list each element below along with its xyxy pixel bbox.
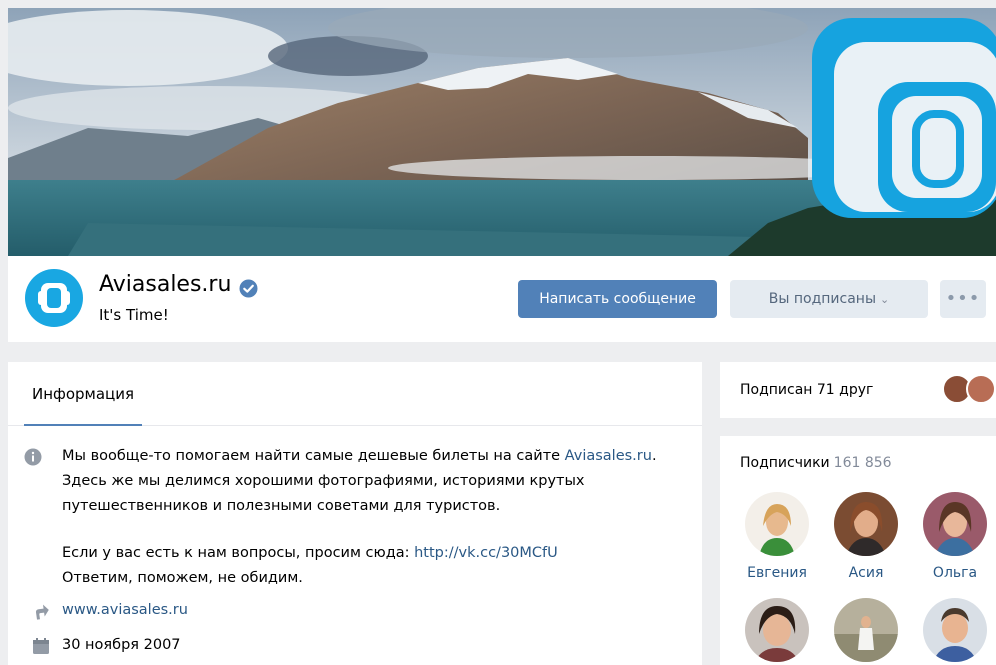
founded-date: 30 ноября 2007 bbox=[62, 637, 181, 653]
more-actions-button[interactable]: ••• bbox=[940, 280, 986, 318]
subscriber-name[interactable]: Ольга bbox=[912, 564, 996, 582]
subscriber-item[interactable]: Ольга bbox=[912, 492, 996, 582]
calendar-icon bbox=[33, 638, 49, 654]
link-arrow-icon bbox=[35, 604, 49, 620]
chevron-down-icon: ⌄ bbox=[880, 293, 890, 306]
description-line: Мы вообще-то помогаем найти самые дешевы… bbox=[62, 448, 657, 464]
avatar[interactable] bbox=[923, 492, 987, 556]
avatar[interactable] bbox=[923, 598, 987, 662]
avatar[interactable] bbox=[745, 598, 809, 662]
verified-icon[interactable] bbox=[239, 279, 258, 298]
tab-information[interactable]: Информация bbox=[24, 362, 143, 426]
group-avatar[interactable] bbox=[25, 269, 83, 327]
aviasales-link[interactable]: Aviasales.ru bbox=[565, 448, 652, 464]
subscriber-item[interactable] bbox=[912, 598, 996, 665]
friends-count-label[interactable]: Подписан 71 друг bbox=[740, 380, 873, 400]
subscribers-title[interactable]: Подписчики 161 856 bbox=[740, 453, 892, 473]
subscriber-item[interactable]: Евгения bbox=[734, 492, 820, 582]
subscriber-name[interactable]: Асия bbox=[823, 564, 909, 582]
avatar[interactable] bbox=[745, 492, 809, 556]
send-message-button[interactable]: Написать сообщение bbox=[518, 280, 717, 318]
subscriber-name[interactable]: Евгения bbox=[734, 564, 820, 582]
avatar[interactable] bbox=[834, 598, 898, 662]
subscribed-dropdown-button[interactable]: Вы подписаны ⌄ bbox=[730, 280, 928, 318]
info-icon bbox=[24, 448, 42, 466]
cover-image bbox=[8, 8, 996, 256]
subscribers-count: 161 856 bbox=[833, 455, 892, 471]
group-header: Aviasales.ru It's Time! Написать сообщен… bbox=[8, 256, 996, 342]
website-link[interactable]: www.aviasales.ru bbox=[62, 598, 188, 623]
aviasales-logo-icon bbox=[38, 283, 70, 313]
subscriber-item[interactable] bbox=[823, 598, 909, 665]
description-line: Если у вас есть к нам вопросы, просим сю… bbox=[62, 545, 558, 561]
subscribed-label: Вы подписаны bbox=[768, 291, 877, 307]
description-line: Здесь же мы делимся хорошими фотографиям… bbox=[62, 473, 585, 489]
avatar[interactable] bbox=[834, 492, 898, 556]
description-line: Ответим, поможем, не обидим. bbox=[62, 570, 303, 586]
friends-subscribed-card[interactable]: Подписан 71 друг bbox=[720, 362, 996, 418]
friend-avatar[interactable] bbox=[966, 374, 996, 404]
tab-bar: Информация bbox=[8, 362, 702, 426]
description-line: путешественников и полезными советами дл… bbox=[62, 498, 501, 514]
group-name[interactable]: Aviasales.ru bbox=[99, 271, 231, 299]
subscribers-card: Подписчики 161 856 Евгения Асия Ольга bbox=[720, 436, 996, 665]
vk-short-link[interactable]: http://vk.cc/30MCfU bbox=[414, 545, 558, 561]
group-status: It's Time! bbox=[99, 306, 169, 324]
subscriber-item[interactable] bbox=[734, 598, 820, 665]
subscriber-item[interactable]: Асия bbox=[823, 492, 909, 582]
